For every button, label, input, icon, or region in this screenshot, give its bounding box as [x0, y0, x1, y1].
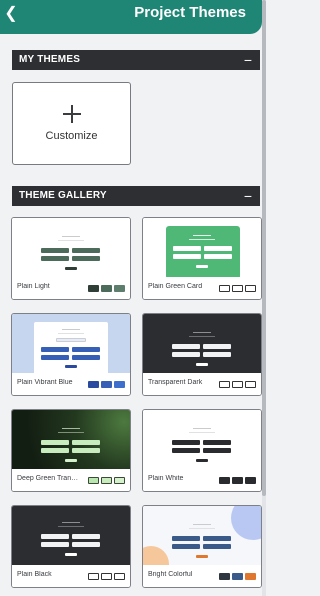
- theme-card-deep-green-transparent[interactable]: Deep Green Transparent: [11, 409, 131, 492]
- scrollbar[interactable]: [262, 0, 266, 596]
- color-swatches: [88, 285, 125, 292]
- color-swatch: [114, 285, 125, 292]
- theme-name: Plain Vibrant Blue: [17, 379, 73, 386]
- theme-preview: [143, 314, 261, 373]
- page-title: Project Themes: [134, 4, 246, 21]
- customize-theme-button[interactable]: Customize: [12, 82, 131, 165]
- theme-card-plain-light[interactable]: Plain Light: [11, 217, 131, 300]
- theme-preview: [12, 218, 130, 277]
- theme-preview: [12, 506, 130, 565]
- theme-card-plain-green-card[interactable]: Plain Green Card: [142, 217, 262, 300]
- theme-preview: [12, 410, 130, 469]
- theme-preview: [12, 314, 130, 373]
- color-swatches: [219, 477, 256, 484]
- color-swatch: [114, 477, 125, 484]
- color-swatches: [88, 477, 125, 484]
- theme-card-footer: Bright Colorful: [143, 565, 261, 587]
- theme-card-footer: Plain Vibrant Blue: [12, 373, 130, 395]
- color-swatch: [114, 573, 125, 580]
- theme-card-footer: Plain Light: [12, 277, 130, 299]
- theme-name: Plain White: [148, 475, 184, 482]
- theme-card-footer: Transparent Dark: [143, 373, 261, 395]
- color-swatches: [219, 285, 256, 292]
- scrollbar-thumb[interactable]: [262, 0, 266, 496]
- color-swatch: [114, 381, 125, 388]
- theme-card-transparent-dark[interactable]: Transparent Dark: [142, 313, 262, 396]
- theme-name: Bright Colorful: [148, 571, 193, 578]
- color-swatches: [88, 381, 125, 388]
- theme-name: Transparent Dark: [148, 379, 203, 386]
- panel-header: ❮ Project Themes: [0, 0, 262, 34]
- color-swatch: [101, 477, 112, 484]
- color-swatch: [232, 285, 243, 292]
- theme-card-footer: Plain Black: [12, 565, 130, 587]
- section-title: MY THEMES: [19, 54, 81, 65]
- customize-label: Customize: [45, 130, 98, 142]
- color-swatch: [219, 573, 230, 580]
- theme-card-plain-white[interactable]: Plain White: [142, 409, 262, 492]
- color-swatch: [101, 285, 112, 292]
- theme-card-bright-colorful[interactable]: Bright Colorful: [142, 505, 262, 588]
- theme-card-footer: Deep Green Transparent: [12, 469, 130, 491]
- theme-gallery-section-header[interactable]: THEME GALLERY −: [12, 186, 260, 206]
- theme-card-footer: Plain Green Card: [143, 277, 261, 299]
- color-swatch: [88, 477, 99, 484]
- color-swatches: [219, 573, 256, 580]
- color-swatch: [245, 285, 256, 292]
- theme-name: Plain Black: [17, 571, 52, 578]
- color-swatch: [245, 477, 256, 484]
- plus-icon: [63, 105, 81, 123]
- theme-card-footer: Plain White: [143, 469, 261, 491]
- theme-name: Plain Green Card: [148, 283, 203, 290]
- color-swatch: [219, 477, 230, 484]
- color-swatch: [232, 573, 243, 580]
- color-swatch: [88, 285, 99, 292]
- color-swatch: [232, 381, 243, 388]
- color-swatch: [245, 381, 256, 388]
- collapse-icon[interactable]: −: [240, 51, 256, 69]
- theme-name: Plain Light: [17, 283, 50, 290]
- color-swatch: [232, 477, 243, 484]
- section-title: THEME GALLERY: [19, 190, 107, 201]
- color-swatch: [245, 573, 256, 580]
- color-swatch: [88, 573, 99, 580]
- color-swatch: [219, 381, 230, 388]
- theme-name: Deep Green Transparent: [17, 475, 81, 482]
- theme-preview: [143, 410, 261, 469]
- color-swatch: [88, 381, 99, 388]
- theme-card-plain-vibrant-blue[interactable]: Plain Vibrant Blue: [11, 313, 131, 396]
- chevron-left-icon[interactable]: ❮: [0, 3, 22, 25]
- color-swatch: [101, 573, 112, 580]
- color-swatches: [219, 381, 256, 388]
- my-themes-section-header[interactable]: MY THEMES −: [12, 50, 260, 70]
- collapse-icon[interactable]: −: [240, 187, 256, 205]
- theme-preview: [143, 218, 261, 277]
- color-swatch: [219, 285, 230, 292]
- color-swatches: [88, 573, 125, 580]
- theme-card-plain-black[interactable]: Plain Black: [11, 505, 131, 588]
- color-swatch: [101, 381, 112, 388]
- theme-preview: [143, 506, 261, 565]
